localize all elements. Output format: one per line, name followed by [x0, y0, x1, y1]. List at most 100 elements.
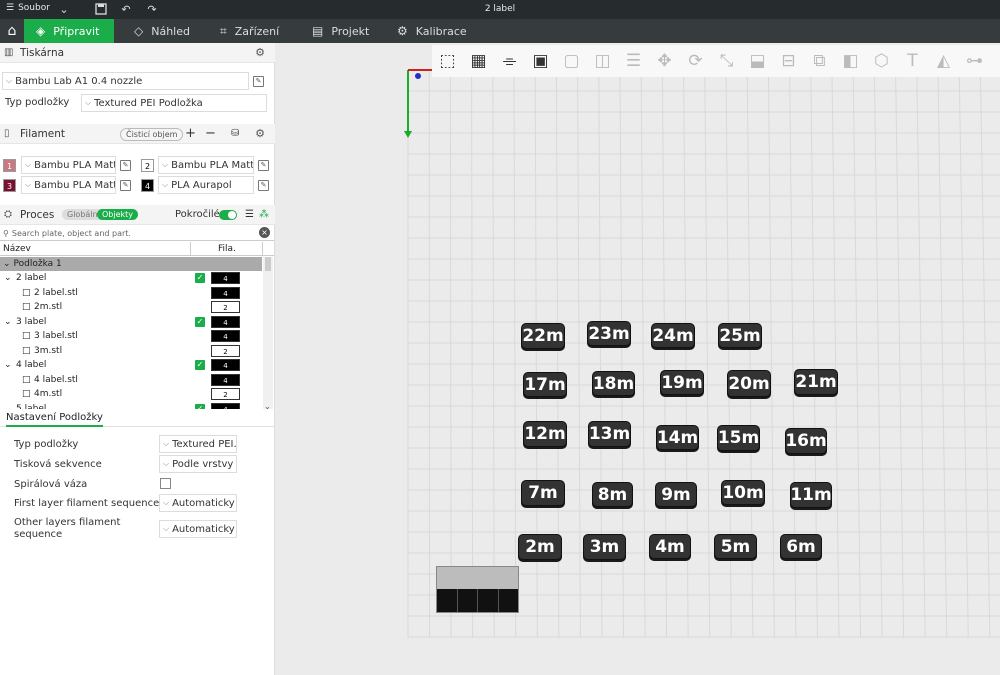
tree-scrollbar[interactable]: ⌄ — [263, 257, 273, 409]
edit-icon[interactable]: ✎ — [253, 76, 264, 87]
object-row[interactable]: ⌄ 4 label ✓ 4 — [0, 358, 262, 373]
label-model[interactable]: 7m — [521, 480, 565, 506]
part-row[interactable]: □ 4m.stl 2 — [0, 387, 262, 402]
object-row[interactable]: ⌄5 label✓4 — [0, 402, 262, 409]
gear-icon[interactable]: ⚙ — [255, 46, 265, 59]
sync-icon[interactable]: ⛁ — [231, 128, 239, 139]
object-row[interactable]: ⌄ 2 label ✓ 4 — [0, 271, 262, 286]
plate-type-setting-select[interactable]: ⌵ Textured PEI... — [159, 435, 237, 453]
tab-calibration[interactable]: ⚙ Kalibrace — [385, 19, 475, 43]
object-row[interactable]: ⌄ 3 label ✓ 4 — [0, 315, 262, 330]
home-icon[interactable]: ⌂ — [0, 19, 24, 43]
label-model[interactable]: 12m — [523, 421, 567, 447]
compare-icon[interactable]: ⁂ — [259, 209, 269, 220]
label-model[interactable]: 19m — [660, 370, 704, 395]
label-model[interactable]: 10m — [721, 480, 765, 505]
label-model[interactable]: 9m — [655, 482, 697, 507]
filament-slot-2-badge[interactable]: 2 — [141, 159, 154, 172]
filament-slot-1-badge[interactable]: 1 — [3, 159, 16, 172]
label-model[interactable]: 3m — [583, 534, 626, 560]
rotate-icon[interactable]: ⟳ — [680, 47, 711, 75]
color-paint-icon[interactable]: ◭ — [928, 47, 959, 75]
measure-icon[interactable]: ⊶ — [959, 47, 990, 75]
layers-icon[interactable]: ☰ — [618, 47, 649, 75]
filament-slot-3-select[interactable]: ⌵ Bambu PLA Matte — [21, 176, 116, 194]
other-layers-sequence-select[interactable]: ⌵ Automaticky — [159, 520, 237, 538]
edit-icon[interactable]: ✎ — [120, 180, 131, 191]
boolean-icon[interactable]: ⧉ — [804, 47, 835, 75]
filament-index[interactable]: 4 — [211, 359, 240, 372]
label-model[interactable]: 23m — [587, 321, 631, 346]
part-row[interactable]: □ 3 label.stl 4 — [0, 329, 262, 344]
edit-icon[interactable]: ✎ — [258, 180, 269, 191]
label-model[interactable]: 11m — [790, 482, 832, 508]
arrange-icon[interactable]: ▣ — [525, 47, 556, 75]
label-model[interactable]: 2m — [518, 534, 562, 560]
label-model[interactable]: 6m — [780, 534, 822, 559]
edit-icon[interactable]: ✎ — [258, 160, 269, 171]
column-fila-header[interactable]: Fila. — [218, 244, 236, 254]
tab-prepare[interactable]: ◈ Připravit — [24, 19, 114, 43]
visible-checkbox[interactable]: ✓ — [195, 273, 205, 284]
label-model[interactable]: 5m — [714, 534, 757, 559]
filament-index[interactable]: 4 — [211, 315, 240, 328]
filament-slot-1-select[interactable]: ⌵ Bambu PLA Matte — [21, 156, 116, 174]
tab-preview[interactable]: ◇ Náhled — [122, 19, 202, 43]
tab-project[interactable]: ▤ Projekt — [300, 19, 380, 43]
lay-on-face-icon[interactable]: ⬓ — [742, 47, 773, 75]
filament-slot-3-badge[interactable]: 3 — [3, 179, 16, 192]
part-row[interactable]: □ 2 label.stl 4 — [0, 286, 262, 301]
list-icon[interactable]: ☰ — [245, 209, 254, 220]
label-model[interactable]: 18m — [592, 371, 635, 396]
filament-index[interactable]: 2 — [211, 344, 240, 357]
text-icon[interactable]: T — [897, 47, 928, 75]
label-model[interactable]: 21m — [794, 369, 838, 395]
3d-viewport[interactable]: ⬚ ▦ ⌯ ▣ ▢ ◫ ☰ ✥ ⟳ ⤡ ⬓ ⊟ ⧉ ◧ ⬡ T ◭ ⊶ 22m 2… — [275, 43, 1000, 675]
print-sequence-select[interactable]: ⌵ Podle vrstvy — [159, 455, 237, 473]
remove-icon[interactable]: − — [205, 126, 216, 141]
label-model[interactable]: 4m — [649, 534, 691, 559]
spiral-vase-checkbox[interactable] — [160, 478, 171, 489]
visible-checkbox[interactable]: ✓ — [195, 360, 205, 371]
support-paint-icon[interactable]: ◧ — [835, 47, 866, 75]
split-objects-icon[interactable]: ▢ — [556, 47, 587, 75]
filament-index[interactable]: 2 — [211, 301, 240, 314]
filament-index[interactable]: 4 — [211, 286, 240, 299]
label-model[interactable]: 13m — [588, 421, 631, 447]
add-plate-icon[interactable]: ▦ — [463, 47, 494, 75]
plate-settings-tab[interactable]: Nastavení Podložky — [6, 412, 103, 427]
label-model[interactable]: 22m — [521, 323, 565, 349]
objects-toggle[interactable]: Objekty — [97, 209, 139, 220]
label-model[interactable]: 14m — [656, 425, 699, 450]
seam-paint-icon[interactable]: ⬡ — [866, 47, 897, 75]
column-name-header[interactable]: Název — [3, 244, 31, 254]
label-model[interactable]: 8m — [592, 482, 633, 507]
part-row[interactable]: □ 4 label.stl 4 — [0, 373, 262, 388]
filament-slot-2-select[interactable]: ⌵ Bambu PLA Matte — [158, 156, 254, 174]
split-parts-icon[interactable]: ◫ — [587, 47, 618, 75]
label-model[interactable]: 16m — [785, 428, 827, 454]
label-model[interactable]: 20m — [727, 370, 771, 397]
edit-icon[interactable]: ✎ — [120, 160, 131, 171]
gear-icon[interactable]: ⚙ — [255, 127, 265, 140]
plate-type-select[interactable]: ⌵ Textured PEI Podložka — [81, 94, 267, 112]
filament-index[interactable]: 4 — [211, 272, 240, 285]
first-layer-sequence-select[interactable]: ⌵ Automaticky — [159, 494, 237, 512]
cut-icon[interactable]: ⊟ — [773, 47, 804, 75]
printer-select[interactable]: ⌵ Bambu Lab A1 0.4 nozzle — [2, 72, 249, 90]
visible-checkbox[interactable]: ✓ — [195, 316, 205, 327]
scale-icon[interactable]: ⤡ — [711, 47, 742, 75]
purge-volume-button[interactable]: Čisticí objem — [120, 128, 184, 141]
filament-index[interactable]: 4 — [211, 330, 240, 343]
scroll-down-icon[interactable]: ⌄ — [264, 402, 271, 409]
part-row[interactable]: □ 3m.stl 2 — [0, 344, 262, 359]
label-model[interactable]: 17m — [523, 372, 567, 397]
plate-row[interactable]: ⌄ Podložka 1 — [0, 257, 262, 271]
auto-orient-icon[interactable]: ⌯ — [494, 47, 525, 75]
add-object-icon[interactable]: ⬚ — [432, 47, 463, 75]
advanced-switch[interactable] — [219, 210, 237, 220]
move-icon[interactable]: ✥ — [649, 47, 680, 75]
object-search-bar[interactable]: ⚲ Search plate, object and part. × — [0, 226, 274, 241]
filament-slot-4-badge[interactable]: 4 — [141, 179, 154, 192]
part-row[interactable]: □ 2m.stl 2 — [0, 300, 262, 315]
